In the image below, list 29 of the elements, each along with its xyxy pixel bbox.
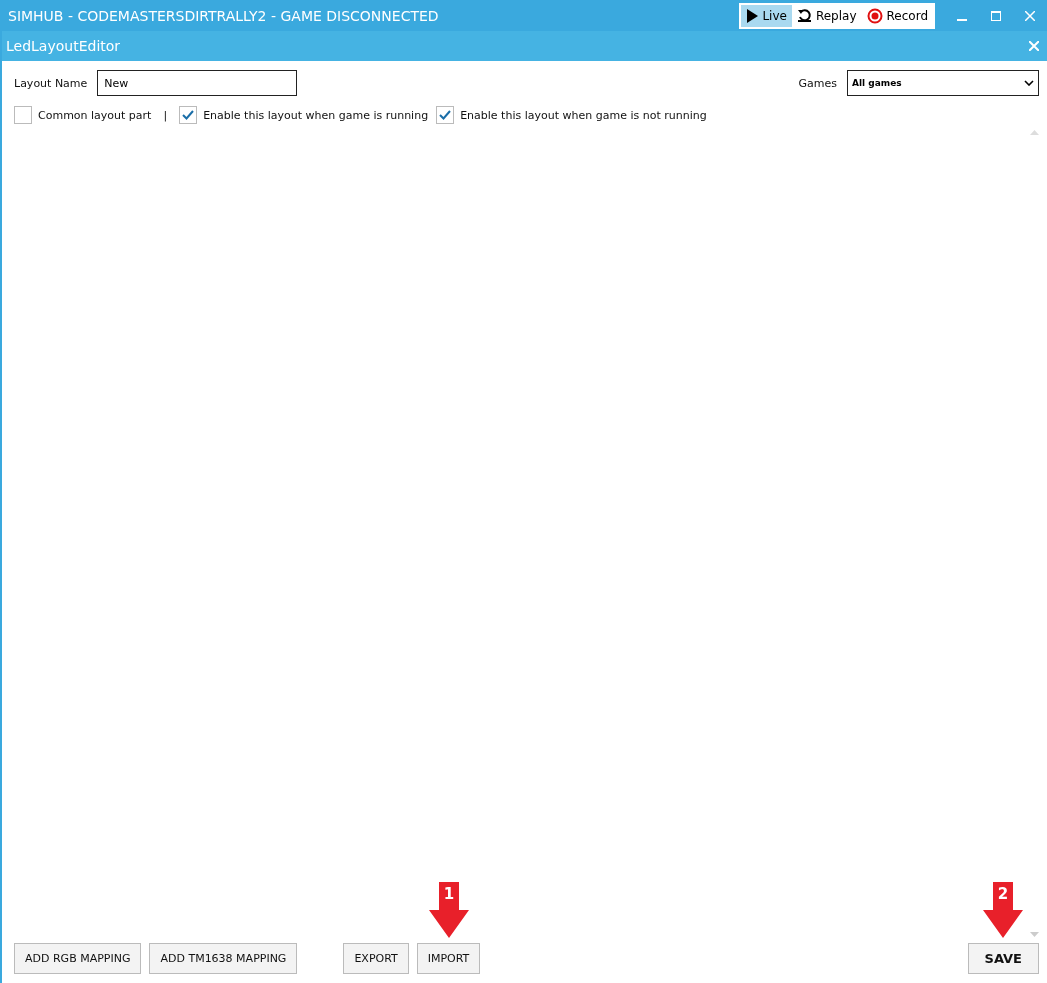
- separator-text: |: [163, 108, 168, 122]
- layout-name-label: Layout Name: [14, 76, 88, 90]
- numbered-arrow-callout: 2: [981, 882, 1026, 940]
- option-checkbox[interactable]: Enable this layout when game is running: [179, 106, 429, 124]
- games-dropdown[interactable]: All games: [847, 70, 1039, 96]
- checkbox[interactable]: [14, 106, 32, 124]
- layout-name-field[interactable]: New: [97, 70, 298, 96]
- scroll-up-icon[interactable]: [1030, 130, 1039, 135]
- window-title: SIMHUB - CODEMASTERSDIRTRALLY2 - GAME DISCONNECTED: [8, 7, 440, 24]
- checkbox[interactable]: [436, 106, 455, 124]
- mode-button[interactable]: Live: [741, 4, 792, 27]
- record-icon: [866, 7, 883, 24]
- chevron-down-icon: [1024, 80, 1034, 86]
- minimize-icon: [957, 18, 967, 21]
- add-mapping-button[interactable]: ADD RGB MAPPING: [14, 943, 142, 974]
- close-icon[interactable]: [1029, 41, 1039, 51]
- replay-icon: [796, 8, 812, 23]
- panel-title: LedLayoutEditor: [6, 38, 122, 54]
- option-checkbox[interactable]: Common layout part: [14, 106, 152, 124]
- play-icon: [746, 8, 759, 23]
- maximize-icon: [991, 10, 1001, 21]
- close-icon: [1025, 10, 1035, 21]
- add-mapping-button[interactable]: ADD TM1638 MAPPING: [149, 943, 298, 974]
- games-label: Games: [798, 76, 837, 90]
- checkbox[interactable]: [179, 106, 198, 124]
- scroll-down-icon[interactable]: [1030, 932, 1039, 937]
- export-button[interactable]: EXPORT: [343, 943, 409, 974]
- option-checkbox[interactable]: Enable this layout when game is not running: [436, 106, 707, 124]
- numbered-arrow-callout: 1: [426, 882, 471, 940]
